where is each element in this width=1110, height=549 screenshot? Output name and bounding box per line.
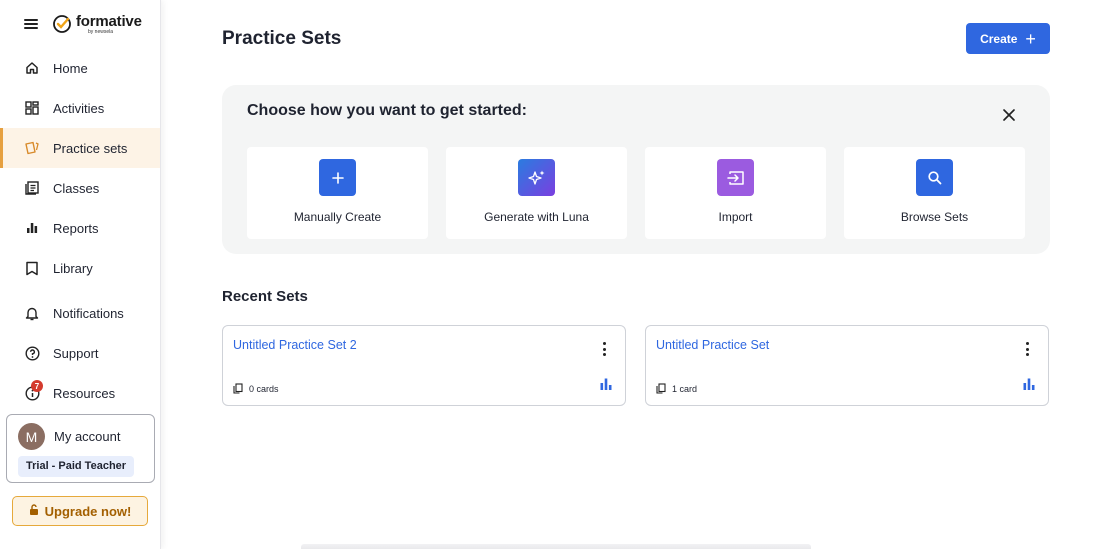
create-label: Create xyxy=(980,31,1018,46)
bottom-scroll-shadow xyxy=(301,544,811,549)
sidebar-item-label: Activities xyxy=(53,100,105,116)
close-icon[interactable] xyxy=(1001,107,1017,123)
sidebar-item-activities[interactable]: Activities xyxy=(0,88,160,128)
sidebar-item-support[interactable]: Support xyxy=(0,333,160,373)
sidebar-item-label: Library xyxy=(53,260,93,276)
plan-badge: Trial - Paid Teacher xyxy=(18,456,135,477)
more-options-icon[interactable] xyxy=(598,341,610,357)
recent-sets-title: Recent Sets xyxy=(222,288,308,305)
home-icon xyxy=(24,60,40,76)
sidebar-item-label: Resources xyxy=(53,385,116,401)
bar-chart-icon[interactable] xyxy=(1022,377,1036,391)
my-account-card[interactable]: M My account Trial - Paid Teacher xyxy=(6,414,155,483)
copy-cards-icon xyxy=(233,383,243,394)
hamburger-menu-icon[interactable] xyxy=(24,19,38,29)
brand-sub: by newsela xyxy=(88,28,114,35)
practice-set-card[interactable]: Untitled Practice Set 2 0 cards xyxy=(222,325,626,406)
notification-badge: 7 xyxy=(31,380,43,392)
help-icon xyxy=(24,345,40,361)
page-title: Practice Sets xyxy=(222,28,342,49)
brand: formative by newsela xyxy=(24,12,142,36)
sidebar-item-label: Reports xyxy=(53,220,99,236)
get-started-panel: Choose how you want to get started: Manu… xyxy=(222,85,1050,254)
sidebar-item-reports[interactable]: Reports xyxy=(0,208,160,248)
formative-logo-icon xyxy=(53,15,71,33)
option-label: Import xyxy=(718,210,753,224)
sidebar-item-label: Practice sets xyxy=(53,140,128,156)
sidebar-item-resources[interactable]: 7 Resources xyxy=(0,373,160,413)
practice-set-link[interactable]: Untitled Practice Set 2 xyxy=(233,338,357,352)
sidebar-item-label: Classes xyxy=(53,180,100,196)
card-count-label: 0 cards xyxy=(249,383,279,394)
sidebar-item-practice-sets[interactable]: Practice sets xyxy=(0,128,160,168)
practice-set-card[interactable]: Untitled Practice Set 1 card xyxy=(645,325,1049,406)
grid-icon xyxy=(24,100,40,116)
option-label: Generate with Luna xyxy=(484,210,589,224)
main-content: Practice Sets Create + Choose how you wa… xyxy=(161,0,1110,549)
plus-icon xyxy=(319,159,356,196)
get-started-title: Choose how you want to get started: xyxy=(247,102,528,119)
sidebar-item-label: Home xyxy=(53,60,88,76)
sidebar-item-notifications[interactable]: Notifications xyxy=(0,293,160,333)
sidebar-item-label: Support xyxy=(53,345,99,361)
sidebar-item-library[interactable]: Library xyxy=(0,248,160,288)
bar-chart-icon[interactable] xyxy=(599,377,613,391)
sidebar-item-home[interactable]: Home xyxy=(0,48,160,88)
bookmark-icon xyxy=(24,260,40,276)
import-icon xyxy=(717,159,754,196)
card-count: 1 card xyxy=(656,383,697,394)
my-account-label: My account xyxy=(54,429,121,444)
bell-icon xyxy=(24,305,40,321)
manually-create-option[interactable]: Manually Create xyxy=(247,147,428,239)
card-count: 0 cards xyxy=(233,383,279,394)
sparkle-icon xyxy=(518,159,555,196)
copy-cards-icon xyxy=(656,383,666,394)
logo-text: formative by newsela xyxy=(76,14,142,35)
plus-icon: + xyxy=(1025,28,1036,49)
more-options-icon[interactable] xyxy=(1021,341,1033,357)
bar-chart-icon xyxy=(24,220,40,236)
option-label: Browse Sets xyxy=(900,210,969,224)
avatar: M xyxy=(18,423,45,450)
card-count-label: 1 card xyxy=(672,383,698,394)
sidebar-item-classes[interactable]: Classes xyxy=(0,168,160,208)
search-icon xyxy=(916,159,953,196)
practice-set-link[interactable]: Untitled Practice Set xyxy=(656,338,769,352)
cards-icon xyxy=(24,140,40,156)
brand-name: formative xyxy=(76,12,142,30)
generate-with-luna-option[interactable]: Generate with Luna xyxy=(446,147,627,239)
upgrade-label: Upgrade now! xyxy=(44,503,132,519)
option-label: Manually Create xyxy=(293,210,382,224)
roster-icon xyxy=(24,180,40,196)
sidebar-item-label: Notifications xyxy=(53,305,124,321)
unlock-icon xyxy=(29,504,39,518)
browse-sets-option[interactable]: Browse Sets xyxy=(844,147,1025,239)
upgrade-button[interactable]: Upgrade now! xyxy=(12,496,148,526)
import-option[interactable]: Import xyxy=(645,147,826,239)
sidebar: formative by newsela Home Activities Pra… xyxy=(0,0,161,549)
create-button[interactable]: Create + xyxy=(966,23,1050,54)
